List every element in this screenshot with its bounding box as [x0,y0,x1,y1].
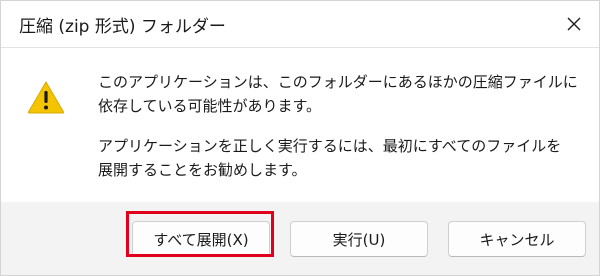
dependency-message-line2: 依存している可能性があります。 [98,97,322,115]
cancel-button[interactable]: キャンセル [448,221,586,257]
close-icon [567,17,581,31]
title-bar: 圧縮 (zip 形式) フォルダー [1,1,599,48]
recommendation-message: アプリケーションを正しく実行するには、最初にすべてのファイルを 展開することをお… [98,134,561,182]
warning-icon [27,81,65,114]
button-bar: すべて展開(X) 実行(U) キャンセル [1,202,599,275]
dependency-message-line1: このアプリケーションは、このフォルダーにあるほかの圧縮ファイルに [98,73,578,91]
recommendation-message-line2: 展開することをお勧めします。 [98,161,307,179]
dialog-body: このアプリケーションは、このフォルダーにあるほかの圧縮ファイルに 依存している可… [1,48,599,202]
dialog-window: 圧縮 (zip 形式) フォルダー このアプリケーションは、このフォルダーにある… [0,0,600,276]
window-title: 圧縮 (zip 形式) フォルダー [19,17,226,37]
highlight-box [126,211,274,257]
recommendation-message-line1: アプリケーションを正しく実行するには、最初にすべてのファイルを [98,137,562,155]
run-button[interactable]: 実行(U) [290,221,428,257]
close-button[interactable] [559,9,589,39]
dependency-message: このアプリケーションは、このフォルダーにあるほかの圧縮ファイルに 依存している可… [98,70,578,118]
